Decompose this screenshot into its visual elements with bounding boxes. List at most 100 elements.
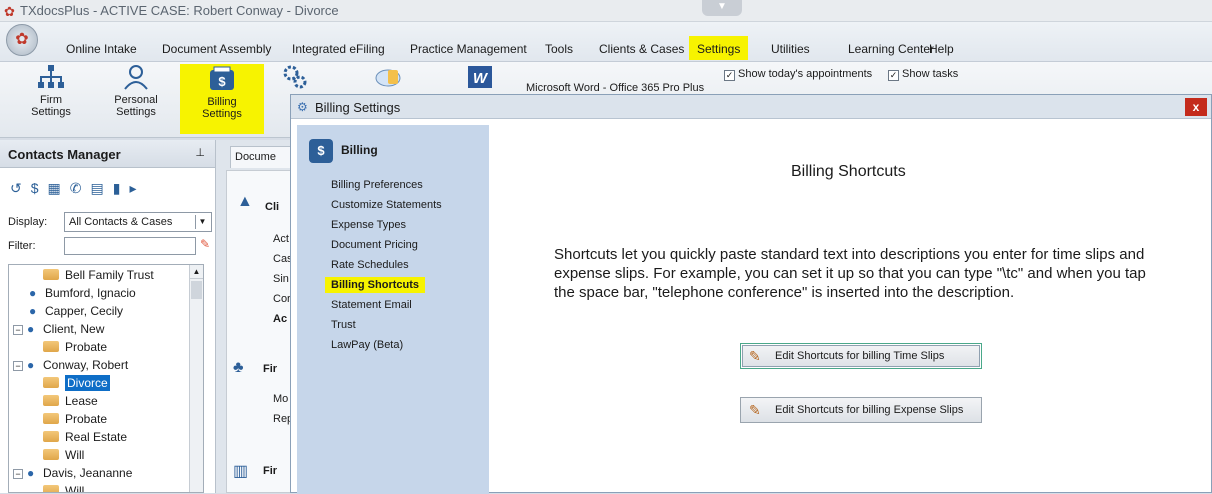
show-tasks-label: Show tasks <box>902 68 959 80</box>
firm-settings-label: Firm Settings <box>31 94 71 118</box>
content-description: Shortcuts let you quickly paste standard… <box>554 246 1146 301</box>
menu-online-intake[interactable]: Online Intake <box>66 42 137 56</box>
show-tasks-checkbox[interactable]: ✓ Show tasks <box>888 68 958 81</box>
side-item-mo[interactable]: Mo <box>273 393 288 405</box>
personal-settings-button[interactable]: Personal Settings <box>110 64 162 118</box>
play-icon[interactable]: ▸ <box>129 180 145 196</box>
nav-billing-shortcuts[interactable]: Billing Shortcuts <box>325 277 425 293</box>
nav-document-pricing[interactable]: Document Pricing <box>331 239 418 251</box>
case-folder-icon <box>43 485 59 492</box>
case-folder-icon <box>43 395 59 406</box>
database-cloud-button[interactable] <box>368 64 408 94</box>
tree-node[interactable]: Probate <box>43 338 107 356</box>
person-icon <box>124 65 148 90</box>
menu-utilities[interactable]: Utilities <box>771 42 810 56</box>
edit-expense-shortcuts-button[interactable]: ✎ Edit Shortcuts for billing Expense Sli… <box>740 397 982 423</box>
clear-filter-icon[interactable]: ✎ <box>200 237 210 251</box>
calendar-icon[interactable]: ▦ <box>48 180 70 196</box>
word-button[interactable]: W <box>464 64 496 94</box>
billing-icon: $ <box>309 139 333 163</box>
collapse-icon[interactable]: − <box>13 469 23 479</box>
phone-icon[interactable]: ✆ <box>70 180 91 196</box>
case-folder-icon <box>43 413 59 424</box>
collapse-icon[interactable]: − <box>13 361 23 371</box>
menu-learning-center[interactable]: Learning Center <box>848 42 934 56</box>
edit-pencil-icon: ✎ <box>749 402 761 418</box>
tree-node[interactable]: Bell Family Trust <box>43 266 154 284</box>
tree-node[interactable]: Real Estate <box>43 428 127 446</box>
filter-row: Filter: ✎ <box>8 237 210 255</box>
billing-nav-title: Billing <box>341 143 378 158</box>
window-title: TXdocsPlus - ACTIVE CASE: Robert Conway … <box>20 3 339 18</box>
tree-node-selected[interactable]: Divorce <box>43 374 110 392</box>
filter-label: Filter: <box>8 240 36 252</box>
collapse-icon[interactable]: − <box>13 325 23 335</box>
side-heading-fir: Fir <box>263 363 278 375</box>
side-item-act[interactable]: Act <box>273 233 289 245</box>
nav-customize-statements[interactable]: Customize Statements <box>331 199 442 211</box>
contacts-tree: Bell Family Trust ● Bumford, Ignacio ● Cap… <box>8 264 204 493</box>
menu-practice-management[interactable]: Practice Management <box>410 42 527 56</box>
content-heading: Billing Shortcuts <box>791 163 906 180</box>
word-version-label: Microsoft Word - Office 365 Pro Plus <box>526 82 705 94</box>
nav-expense-types[interactable]: Expense Types <box>331 219 406 231</box>
filter-input[interactable] <box>64 237 196 255</box>
menu-integrated-efiling[interactable]: Integrated eFiling <box>292 42 385 56</box>
tree-node[interactable]: − ● Client, New <box>13 320 104 338</box>
edit-pencil-icon: ✎ <box>749 348 761 364</box>
menu-tools[interactable]: Tools <box>545 42 573 56</box>
display-row: Display: All Contacts & Cases ▼ <box>8 212 212 232</box>
billing-settings-button[interactable]: $ Billing Settings <box>180 64 264 134</box>
gears-button[interactable] <box>280 64 310 94</box>
scroll-thumb[interactable] <box>191 281 202 299</box>
side-item-cor[interactable]: Cor <box>273 293 291 305</box>
tree-scrollbar[interactable]: ▲ <box>189 265 203 492</box>
nav-billing-preferences[interactable]: Billing Preferences <box>331 179 423 191</box>
display-select[interactable]: All Contacts & Cases ▼ <box>64 212 212 232</box>
dollar-icon[interactable]: $ <box>31 180 48 196</box>
scroll-up-icon[interactable]: ▲ <box>190 265 203 279</box>
notes-icon[interactable]: ▤ <box>91 180 113 196</box>
side-heading-cli: Cli <box>265 201 280 213</box>
side-item-acc[interactable]: Ac <box>273 313 287 325</box>
nav-trust[interactable]: Trust <box>331 319 356 331</box>
tree-node[interactable]: ● Capper, Cecily <box>29 302 123 320</box>
collapse-ribbon-icon[interactable]: ▼ <box>702 0 742 16</box>
case-side-panel: ▲ Cli Act Cas Sin Cor Ac ♣ Fir Mo Rep ▥ … <box>226 170 296 493</box>
menu-settings[interactable]: Settings <box>689 36 749 60</box>
show-appointments-checkbox[interactable]: ✓ Show today's appointments <box>724 68 872 81</box>
checkbox-checked-icon: ✓ <box>888 70 899 81</box>
checkbox-checked-icon: ✓ <box>724 70 735 81</box>
contacts-manager-header: Contacts Manager ⊥ <box>0 140 215 168</box>
contacts-manager-title: Contacts Manager <box>8 147 121 162</box>
close-button[interactable]: x <box>1185 98 1207 116</box>
tree-node[interactable]: ● Bumford, Ignacio <box>29 284 136 302</box>
menu-help[interactable]: Help <box>929 42 954 56</box>
nav-lawpay[interactable]: LawPay (Beta) <box>331 339 403 351</box>
billing-icon: ⚙ <box>297 100 308 114</box>
nav-statement-email[interactable]: Statement Email <box>331 299 412 311</box>
edit-time-shortcuts-button[interactable]: ✎ Edit Shortcuts for billing Time Slips <box>740 343 982 369</box>
menu-document-assembly[interactable]: Document Assembly <box>162 42 271 56</box>
contacts-manager-panel: Contacts Manager ⊥ ↺$▦✆▤▮▸ Display: All … <box>0 140 216 493</box>
dialog-title-bar: ⚙ Billing Settings x <box>291 95 1211 119</box>
app-menu-button[interactable]: ✿ <box>6 24 38 56</box>
history-icon[interactable]: ↺ <box>10 180 31 196</box>
billing-settings-label: Billing Settings <box>202 96 242 120</box>
chevron-down-icon[interactable]: ▼ <box>195 215 209 229</box>
tree-node[interactable]: Will <box>43 446 84 464</box>
tree-node[interactable]: Will <box>43 482 84 492</box>
person-icon: ● <box>27 322 35 336</box>
tree-node[interactable]: Lease <box>43 392 98 410</box>
menu-clients-cases[interactable]: Clients & Cases <box>599 42 684 56</box>
report-icon[interactable]: ▮ <box>113 180 130 196</box>
side-item-sin[interactable]: Sin <box>273 273 289 285</box>
firm-settings-button[interactable]: Firm Settings <box>24 64 78 118</box>
tree-node[interactable]: − ● Davis, Jeananne <box>13 464 132 482</box>
tree-node[interactable]: Probate <box>43 410 107 428</box>
nav-rate-schedules[interactable]: Rate Schedules <box>331 259 409 271</box>
case-folder-icon <box>43 341 59 352</box>
pin-icon[interactable]: ⊥ <box>195 146 205 159</box>
edit-time-shortcuts-label: Edit Shortcuts for billing Time Slips <box>775 350 945 362</box>
tree-node[interactable]: − ● Conway, Robert <box>13 356 128 374</box>
